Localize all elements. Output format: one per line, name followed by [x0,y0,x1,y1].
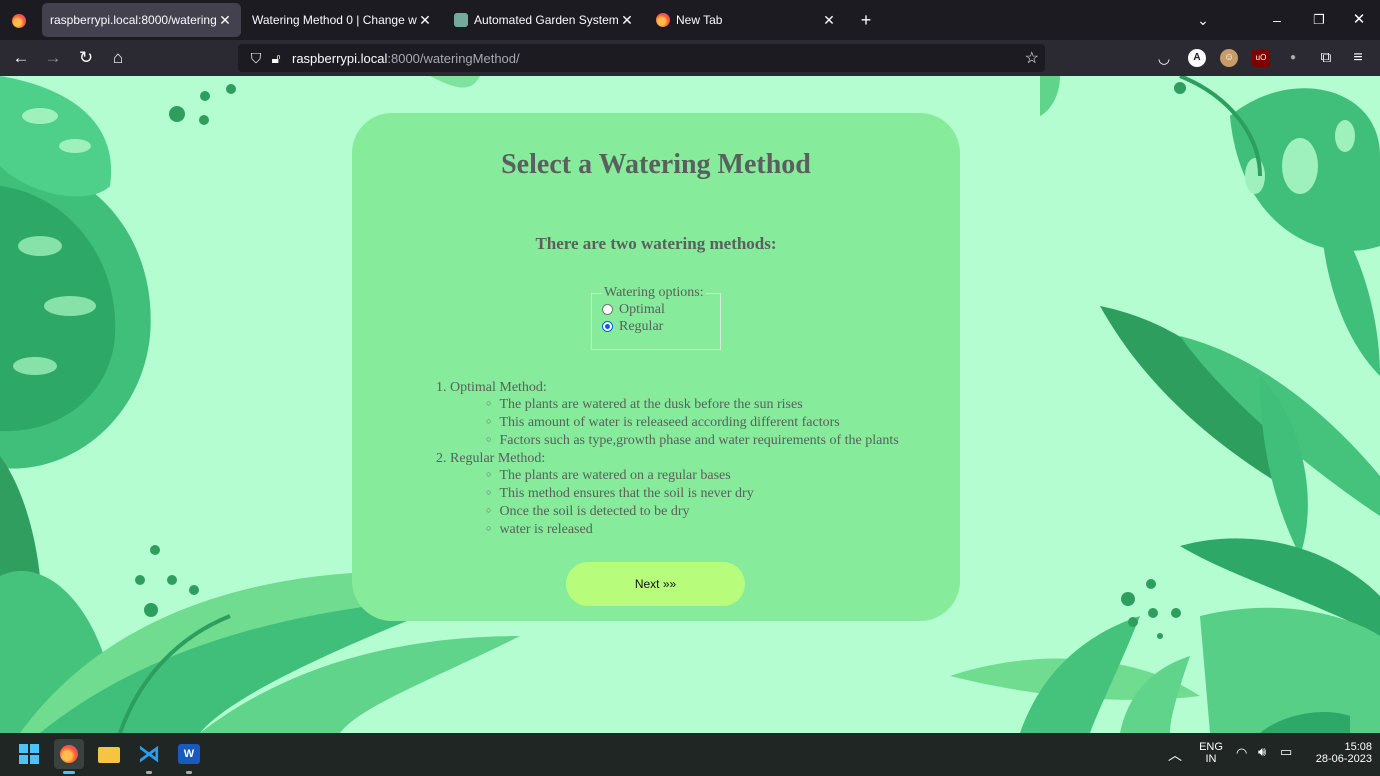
firefox-menu-icon[interactable] [4,0,34,40]
firefox-icon [656,13,670,27]
forward-arrow-icon[interactable]: → [38,40,68,76]
extensions-puzzle-icon[interactable]: ⧉ [1311,40,1341,76]
back-arrow-icon[interactable]: ← [6,40,36,76]
tab-new-tab[interactable]: New Tab ✕ [648,3,845,37]
show-hidden-icons-chevron-icon[interactable]: ︿ [1168,745,1182,765]
navigation-toolbar: ← → ↻ ⌂ ⛉ 🔓︎ raspberrypi.local:8000/wate… [0,40,1380,76]
method-points: The plants are watered on a regular base… [436,467,899,539]
list-tabs-chevron-icon[interactable]: ⌄ [1188,0,1218,40]
list-item: This method ensures that the soil is nev… [486,485,899,503]
list-item: The plants are watered at the dusk befor… [486,396,899,414]
tab-title: raspberrypi.local:8000/wateringMet [50,13,217,27]
tab-title: Automated Garden System Intr [474,13,619,27]
new-tab-plus-icon[interactable]: + [851,0,881,40]
language-indicator[interactable]: ENG IN [1196,741,1226,765]
optimal-label[interactable]: Optimal [619,302,665,318]
app-menu-hamburger-icon[interactable]: ≡ [1343,40,1373,76]
volume-icon[interactable]: 🔊︎ [1258,744,1266,760]
language-code: ENG [1199,741,1223,753]
page-viewport: Select a Watering Method There are two w… [0,76,1380,733]
extension-misc-icon[interactable]: ● [1284,49,1302,67]
pocket-icon[interactable]: ◡ [1149,40,1179,76]
shield-icon[interactable]: ⛉ [246,50,266,67]
account-avatar-icon[interactable]: A [1188,49,1206,67]
minimize-icon[interactable]: – [1262,0,1292,40]
region-code: IN [1205,753,1217,765]
home-icon[interactable]: ⌂ [103,40,133,76]
clock-date: 28-06-2023 [1315,753,1372,765]
firefox-taskbar-icon[interactable] [54,739,84,774]
file-explorer-icon[interactable] [94,739,124,769]
option-regular-row[interactable]: Regular [602,318,710,335]
method-heading: 1. Optimal Method: [436,380,547,395]
windows-taskbar: ⋊ W ︿ ENG IN ◠ 🔊︎ ▭ 15:08 28-06-2023 [0,733,1380,776]
vscode-icon[interactable]: ⋊ [134,739,164,774]
battery-icon[interactable]: ▭ [1280,744,1292,760]
tab-close-icon[interactable]: ✕ [417,12,433,29]
ublock-origin-icon[interactable]: uO [1252,49,1270,67]
regular-label[interactable]: Regular [619,319,663,335]
method-points: The plants are watered at the dusk befor… [436,396,899,450]
restore-icon[interactable]: ❐ [1304,0,1334,40]
insecure-lock-icon[interactable]: 🔓︎ [266,50,286,67]
page-title: Select a Watering Method [501,149,811,180]
clock[interactable]: 15:08 28-06-2023 [1306,741,1372,765]
list-item: This amount of water is releaseed accord… [486,414,899,432]
watering-method-card: Select a Watering Method There are two w… [352,113,960,621]
extension-face-icon[interactable]: ☺ [1220,49,1238,67]
option-optimal-row[interactable]: Optimal [602,301,710,318]
tab-close-icon[interactable]: ✕ [821,12,837,29]
list-item: Factors such as type,growth phase and wa… [486,432,898,450]
tab-strip: raspberrypi.local:8000/wateringMet ✕ Wat… [0,0,1380,40]
tab-close-icon[interactable]: ✕ [217,12,233,29]
list-item: water is released [486,521,899,539]
address-bar[interactable]: ⛉ 🔓︎ raspberrypi.local:8000/wateringMeth… [238,44,1045,72]
tab-chatgpt[interactable]: Automated Garden System Intr ✕ [446,3,643,37]
windows-start-icon[interactable] [14,739,44,769]
chatgpt-icon [454,13,468,27]
watering-options-legend: Watering options: [604,285,704,300]
next-button[interactable]: Next »» [566,562,745,606]
tab-watering-method[interactable]: raspberrypi.local:8000/wateringMet ✕ [42,3,241,37]
watering-options-fieldset: Watering options: Optimal Regular [591,285,721,350]
clock-time: 15:08 [1344,741,1372,753]
tab-title: Watering Method 0 | Change water [252,13,417,27]
tab-title: New Tab [676,13,723,27]
tab-close-icon[interactable]: ✕ [619,12,635,29]
reload-icon[interactable]: ↻ [71,40,101,76]
page-subtitle: There are two watering methods: [535,234,777,253]
bookmark-star-icon[interactable]: ☆ [1025,48,1039,68]
regular-radio[interactable] [602,321,613,332]
optimal-radio[interactable] [602,304,613,315]
tab-admin-change[interactable]: Watering Method 0 | Change water ✕ [244,3,441,37]
word-icon[interactable]: W [174,739,204,774]
close-window-icon[interactable]: ✕ [1344,0,1374,40]
url-host: raspberrypi.local [292,50,388,66]
list-item: Once the soil is detected to be dry [486,503,899,521]
methods-list: 1. Optimal Method: The plants are watere… [436,379,899,539]
wifi-icon[interactable]: ◠ [1236,745,1247,761]
method-heading: 2. Regular Method: [436,451,546,466]
list-item: The plants are watered on a regular base… [486,467,899,485]
url-path: :8000/wateringMethod/ [387,50,520,66]
